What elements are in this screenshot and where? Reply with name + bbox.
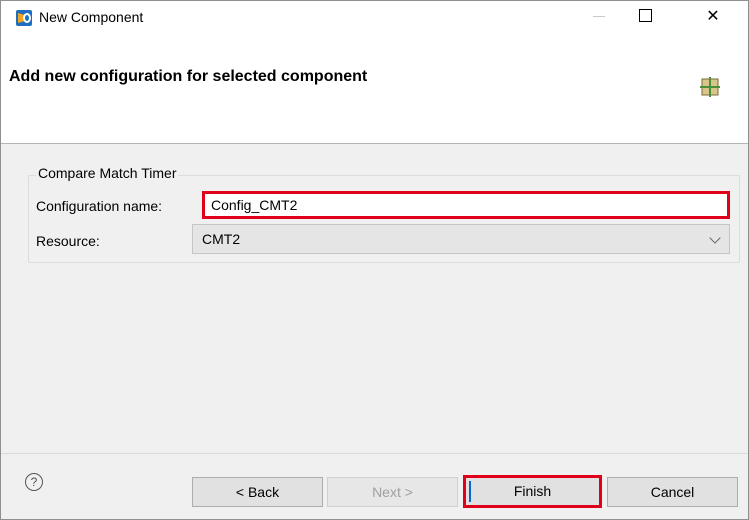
close-button[interactable]: ✕	[690, 1, 736, 33]
resource-selected-value: CMT2	[202, 231, 241, 247]
next-button[interactable]: Next >	[327, 477, 458, 507]
help-icon[interactable]: ?	[25, 473, 43, 491]
window-title: New Component	[39, 9, 144, 25]
minimize-icon	[593, 16, 605, 18]
app-icon	[16, 10, 32, 26]
close-icon: ✕	[706, 8, 720, 25]
wizard-content: Compare Match Timer Configuration name: …	[1, 144, 748, 453]
page-title: Add new configuration for selected compo…	[9, 68, 368, 85]
wizard-banner: Add new configuration for selected compo…	[1, 33, 748, 144]
button-bar: ? < Back Next > Finish Cancel	[1, 453, 748, 519]
resource-select[interactable]: CMT2	[192, 224, 730, 254]
minimize-button[interactable]	[576, 1, 622, 33]
configuration-name-label: Configuration name:	[36, 198, 163, 214]
new-component-dialog: New Component ✕ Add new configuration fo…	[0, 0, 749, 520]
compare-match-timer-group: Compare Match Timer Configuration name: …	[28, 165, 740, 263]
maximize-button[interactable]	[622, 1, 668, 33]
component-grid-icon	[700, 77, 720, 97]
configuration-name-input[interactable]	[202, 191, 730, 219]
title-bar[interactable]: New Component ✕	[1, 1, 748, 33]
back-button[interactable]: < Back	[192, 477, 323, 507]
finish-button[interactable]: Finish	[463, 475, 602, 508]
chevron-down-icon	[709, 232, 721, 244]
resource-label: Resource:	[36, 233, 100, 249]
cancel-button[interactable]: Cancel	[607, 477, 738, 507]
maximize-icon	[638, 8, 652, 22]
group-title: Compare Match Timer	[36, 165, 179, 181]
